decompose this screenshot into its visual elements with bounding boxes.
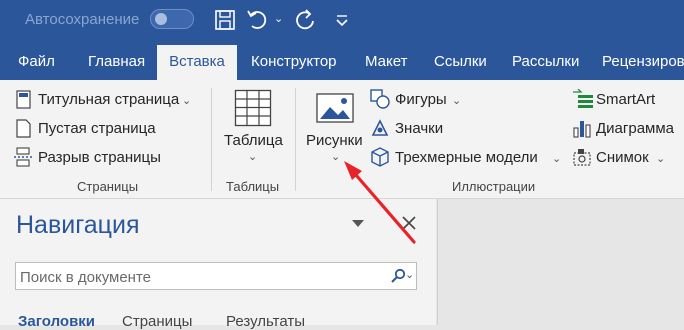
smartart-button[interactable]: SmartArt — [596, 91, 655, 108]
document-area — [437, 199, 684, 325]
icons-icon — [371, 119, 389, 136]
tables-group-label: Таблицы — [226, 179, 280, 194]
autosave-toggle[interactable] — [150, 9, 194, 29]
page-break-icon — [14, 147, 32, 167]
customize-toolbar-icon[interactable] — [332, 6, 358, 34]
table-chevron-icon[interactable]: ⌄ — [248, 150, 257, 163]
shapes-chevron-icon[interactable]: ⌄ — [452, 94, 461, 107]
screenshot-chevron-icon[interactable]: ⌄ — [656, 152, 665, 165]
3d-models-button[interactable]: Трехмерные модели — [395, 149, 538, 166]
pictures-chevron-icon[interactable]: ⌄ — [331, 150, 340, 163]
3d-models-icon — [371, 147, 389, 167]
tab-mailings[interactable]: Рассылки — [512, 43, 579, 80]
pictures-button[interactable]: Рисунки — [306, 132, 363, 149]
save-icon[interactable] — [212, 6, 238, 34]
search-input[interactable] — [16, 263, 372, 291]
screenshot-icon — [573, 149, 591, 166]
autosave-label: Автосохранение — [25, 11, 140, 28]
shapes-button[interactable]: Фигуры — [395, 91, 447, 108]
tab-file[interactable]: Файл — [18, 43, 55, 80]
group-separator — [295, 88, 296, 191]
blank-page-button[interactable]: Пустая страница — [38, 120, 156, 137]
nav-options-dropdown-icon[interactable] — [351, 218, 365, 228]
cover-page-chevron-icon[interactable]: ⌄ — [182, 94, 191, 107]
navigation-title: Навигация — [16, 211, 140, 239]
icons-button[interactable]: Значки — [395, 120, 443, 137]
undo-dropdown-chevron-icon[interactable]: ⌄ — [274, 12, 283, 25]
undo-icon[interactable] — [244, 6, 270, 34]
tab-review[interactable]: Рецензиров — [602, 43, 684, 80]
redo-icon[interactable] — [292, 6, 318, 34]
tab-insert[interactable]: Вставка — [157, 45, 237, 80]
close-icon[interactable] — [402, 216, 416, 230]
screenshot-button[interactable]: Снимок — [596, 149, 649, 166]
search-icon[interactable] — [390, 268, 406, 284]
chart-icon — [573, 121, 591, 138]
group-separator — [211, 88, 212, 191]
blank-page-icon — [16, 119, 31, 138]
nav-tab-results[interactable]: Результаты — [226, 313, 305, 330]
tab-design[interactable]: Конструктор — [251, 43, 337, 80]
cover-page-icon — [16, 90, 31, 109]
cover-page-button[interactable]: Титульная страница — [38, 91, 179, 108]
page-break-button[interactable]: Разрыв страницы — [38, 149, 161, 166]
tab-layout[interactable]: Макет — [365, 43, 407, 80]
table-button[interactable]: Таблица — [224, 132, 283, 149]
search-box: ⌄ — [15, 262, 417, 291]
tab-home[interactable]: Главная — [88, 43, 145, 80]
search-options-chevron-icon[interactable]: ⌄ — [405, 268, 414, 281]
nav-tab-pages[interactable]: Страницы — [122, 313, 192, 330]
tab-references[interactable]: Ссылки — [434, 43, 487, 80]
chart-button[interactable]: Диаграмма — [596, 120, 674, 137]
pages-group-label: Страницы — [77, 179, 139, 194]
shapes-icon — [370, 89, 390, 109]
pictures-icon — [316, 93, 354, 123]
illustrations-group-label: Иллюстрации — [452, 179, 536, 194]
table-icon — [234, 89, 272, 127]
nav-tab-headings[interactable]: Заголовки — [18, 313, 95, 330]
smartart-icon — [573, 89, 593, 108]
3d-models-chevron-icon[interactable]: ⌄ — [552, 152, 561, 165]
